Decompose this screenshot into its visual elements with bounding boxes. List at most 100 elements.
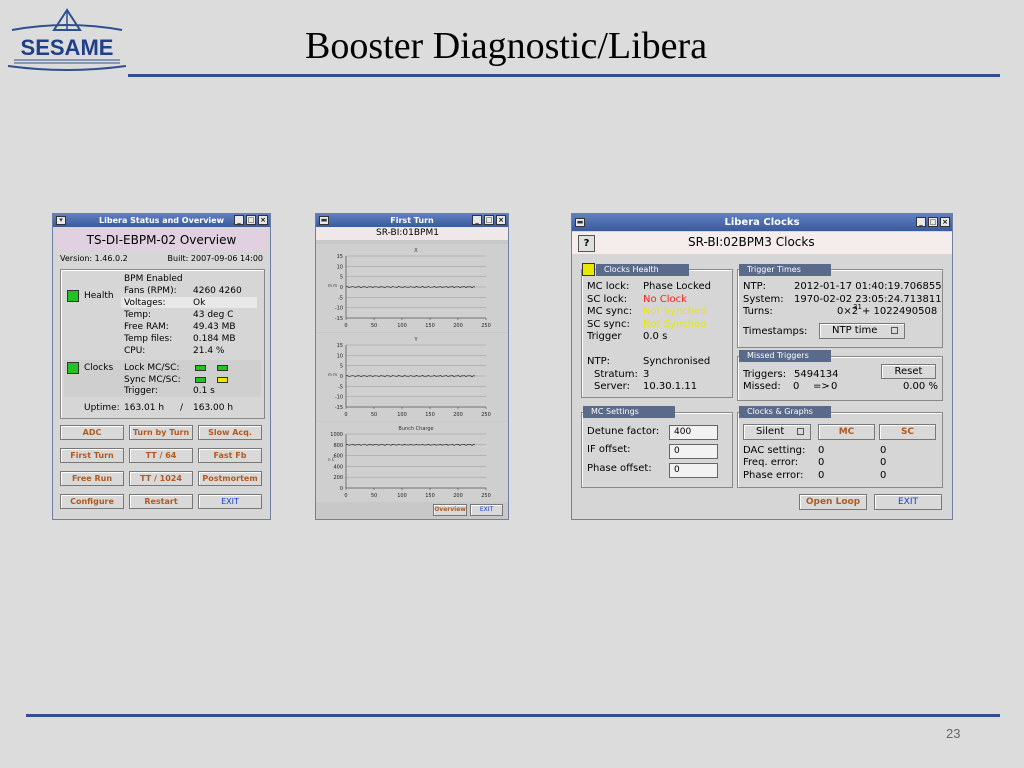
timestamps-select[interactable]: NTP time [819,323,905,339]
silent-toggle[interactable]: Silent [743,424,811,440]
clock-key: Sync MC/SC: [124,375,181,385]
x-tick-label: 100 [397,493,407,499]
y-tick-label: 15 [337,343,343,349]
window-menu-icon[interactable]: ▬ [319,216,329,225]
status-value: 49.43 MB [193,322,236,332]
y-tick-label: 800 [333,443,343,449]
window-title: Libera Clocks [724,217,800,228]
minimize-icon[interactable]: _ [916,217,926,227]
clock-value: 0.1 s [193,386,215,396]
system-time-label: System: [743,294,784,305]
close-icon[interactable]: × [258,215,268,225]
x-tick-label: 200 [453,493,463,499]
reset-button[interactable]: Reset [881,364,936,379]
status-box: Health BPM Enabled Fans (RPM): 4260 4260… [60,269,265,419]
mc-sync-led [195,377,206,383]
overview-button[interactable]: Overview [433,504,467,516]
ntp-value: 10.30.1.11 [643,381,698,392]
x-tick-label: 250 [481,493,491,499]
y-tick-label: 15 [337,254,343,260]
close-icon[interactable]: × [496,215,506,225]
plot-background [316,333,508,421]
freq-label: Freq. error: [743,457,799,468]
help-button[interactable]: ? [578,235,595,252]
missed-label: Missed: [743,381,781,392]
exit-button[interactable]: EXIT [198,494,262,509]
libera-clocks-window: ▬ Libera Clocks _ □ × ? SR-BI:02BPM3 Clo… [571,213,953,520]
maximize-icon[interactable]: □ [484,215,494,225]
status-value: Ok [193,298,206,308]
minimize-icon[interactable]: _ [234,215,244,225]
health-value: Not Synched [643,319,707,330]
slow-acq-button[interactable]: Slow Acq. [198,425,262,440]
silent-label: Silent [756,426,785,437]
phase-offset-input[interactable]: 0 [669,463,718,478]
y-tick-label: -10 [335,306,343,312]
clock-key: Trigger: [124,386,158,396]
mc-button[interactable]: MC [818,424,875,440]
titlebar: ▾ Libera Status and Overview _ □ × [53,214,270,227]
triggers-label: Triggers: [743,369,787,380]
health-key: SC sync: [587,319,630,330]
health-key: MC lock: [587,281,630,292]
x-tick-label: 200 [453,412,463,418]
plot-ylabel: m m [328,283,337,288]
status-value: 0.184 MB [193,334,236,344]
x-tick-label: 50 [371,493,377,499]
mc-lock-led [195,365,206,371]
exit-button[interactable]: EXIT [470,504,503,516]
detune-input[interactable]: 400 [669,425,718,440]
y-tick-label: -5 [338,295,343,301]
clocks-graphs-tab: Clocks & Graphs [739,406,831,418]
minimize-icon[interactable]: _ [472,215,482,225]
missed-percent: 0.00 % [903,381,938,392]
configure-button[interactable]: Configure [60,494,124,509]
fast-fb-button[interactable]: Fast Fb [198,448,262,463]
sesame-logo: SESAME [6,8,128,72]
open-loop-button[interactable]: Open Loop [799,494,867,510]
y-tick-label: 5 [340,364,343,370]
missed-arrow: => [813,381,830,392]
uptime-label: Uptime: [84,403,120,413]
if-offset-input[interactable]: 0 [669,444,718,459]
ntp-key: Server: [594,381,630,392]
dac-mc: 0 [818,445,825,456]
header-divider [128,74,1000,77]
tt1024-button[interactable]: TT / 1024 [129,471,193,486]
charge-plot: Bunch Charge n C 1000 800 600 400 200 0 0 50 100 15… [316,422,510,502]
window-menu-icon[interactable]: ▾ [56,216,66,225]
window-menu-icon[interactable]: ▬ [575,218,585,227]
phase-label: Phase error: [743,470,804,481]
ntp-key: Stratum: [594,369,638,380]
footer-divider [26,714,1000,717]
sc-sync-led [217,377,228,383]
y-tick-label: -5 [338,384,343,390]
restart-button[interactable]: Restart [129,494,193,509]
phase-sc: 0 [880,470,887,481]
ntp-time-value: 2012-01-17 01:40:19.706855 [794,281,942,292]
status-key: Voltages: [124,298,166,308]
adc-button[interactable]: ADC [60,425,124,440]
close-icon[interactable]: × [940,217,950,227]
sc-lock-led [217,365,228,371]
maximize-icon[interactable]: □ [246,215,256,225]
freq-sc: 0 [880,457,887,468]
maximize-icon[interactable]: □ [928,217,938,227]
tt64-button[interactable]: TT / 64 [129,448,193,463]
postmortem-button[interactable]: Postmortem [198,471,262,486]
built-text: Built: 2007-09-06 14:00 [167,254,263,263]
dac-sc: 0 [880,445,887,456]
turn-by-turn-button[interactable]: Turn by Turn [129,425,193,440]
clocks-health-tab: Clocks Health [596,264,689,276]
sc-button[interactable]: SC [879,424,936,440]
timestamps-label: Timestamps: [743,326,808,337]
exit-button[interactable]: EXIT [874,494,942,510]
health-led [67,290,79,302]
uptime-separator: / [180,403,184,413]
x-tick-label: 0 [344,323,347,329]
x-tick-label: 250 [481,412,491,418]
first-turn-button[interactable]: First Turn [60,448,124,463]
free-run-button[interactable]: Free Run [60,471,124,486]
titlebar: ▬ Libera Clocks _ □ × [572,214,952,231]
y-tick-label: 10 [337,264,343,270]
